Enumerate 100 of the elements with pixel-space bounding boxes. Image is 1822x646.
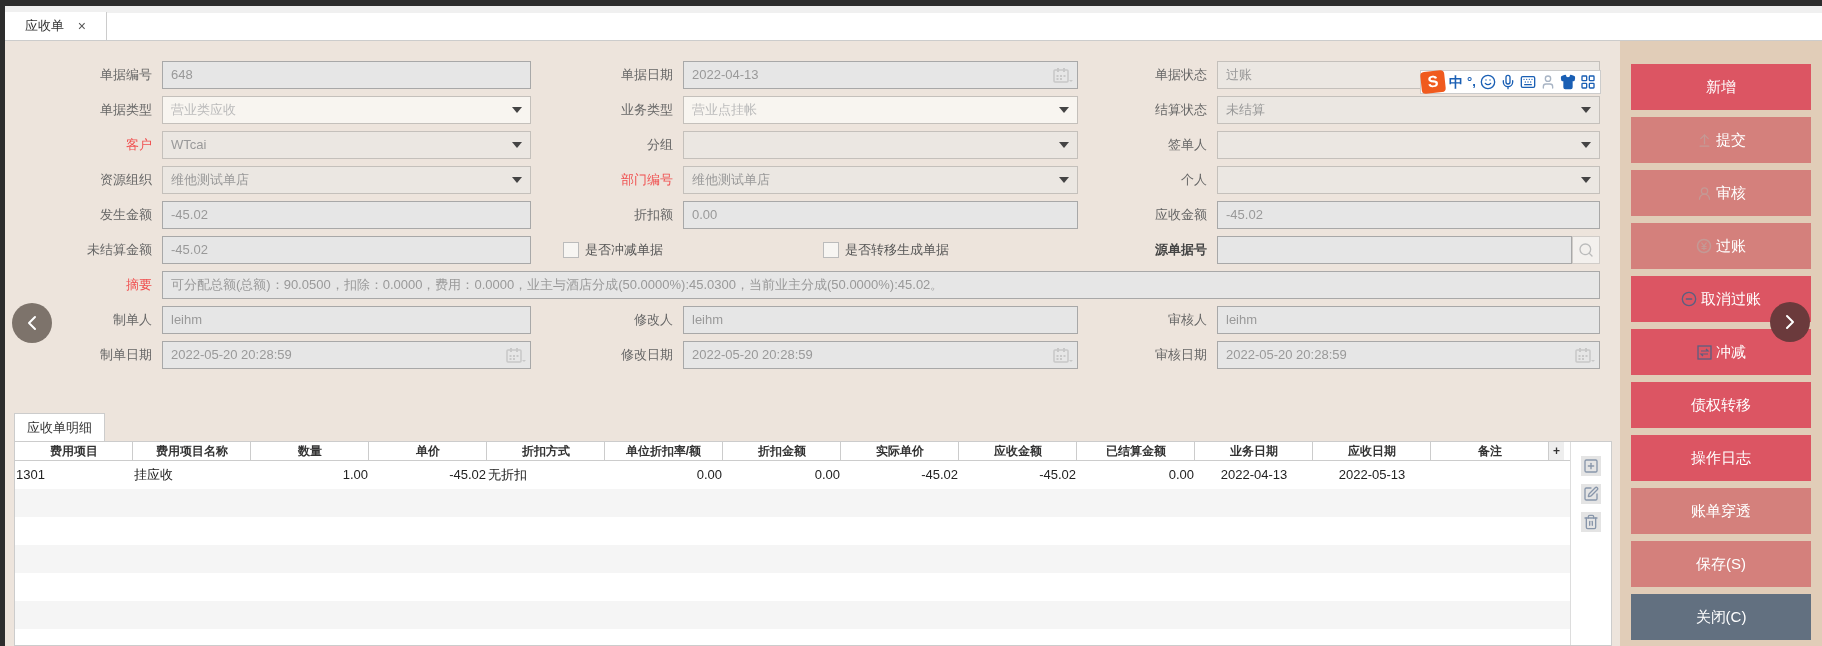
table-cell-text: 2022-05-13 [1337,466,1407,485]
caret-icon [512,107,522,113]
caret-icon [1581,177,1591,183]
swap-icon [1696,344,1712,360]
caret-icon [1581,107,1591,113]
table-cell-text: 挂应收 [133,466,174,485]
document-tab[interactable]: 应收单 × [5,12,107,40]
date-field[interactable]: 2022-05-20 20:28:59 [162,341,531,369]
column-header[interactable]: 折扣金额 [723,442,841,460]
field-label: 制单人 [113,311,152,330]
select-field[interactable]: 未结算 [1217,96,1600,124]
select-field[interactable] [1217,131,1600,159]
calendar-icon [1053,346,1073,364]
column-header[interactable]: 数量 [251,442,369,460]
text-field[interactable]: 648 [162,61,531,89]
keyboard-icon[interactable] [1519,74,1536,90]
field-label: 修改日期 [621,346,673,365]
caret-icon [512,177,522,183]
table-cell-text: 无折扣 [487,466,528,485]
text-field[interactable]: leihm [683,306,1078,334]
field-label: 审核人 [1168,311,1207,330]
search-button[interactable] [1572,236,1600,264]
edit-icon[interactable] [1581,484,1601,504]
date-field[interactable]: 2022-05-20 20:28:59 [1217,341,1600,369]
field-label: 单据日期 [621,66,673,85]
action-button[interactable]: 债权转移 [1631,382,1811,428]
column-header[interactable]: 应收日期 [1313,442,1431,460]
table-cell-text: -45.02 [920,466,959,485]
delete-icon[interactable] [1581,512,1601,532]
action-button[interactable]: 取消过账 [1631,276,1811,322]
select-field[interactable]: 维他测试单店 [683,166,1078,194]
text-field[interactable]: leihm [162,306,531,334]
calendar-icon [1575,346,1595,364]
shirt-icon[interactable] [1559,74,1576,90]
detail-tab[interactable]: 应收单明细 [14,413,105,441]
text-field[interactable]: -45.02 [162,201,531,229]
caret-icon [512,142,522,148]
add-row-icon[interactable] [1581,456,1601,476]
field-label: 签单人 [1168,136,1207,155]
calendar-icon [506,346,526,364]
smiley-icon[interactable] [1479,74,1496,90]
table-cell-text: 0.00 [1167,466,1195,485]
search-icon [1578,242,1594,258]
action-button[interactable]: 操作日志 [1631,435,1811,481]
field-label: 修改人 [634,311,673,330]
text-field[interactable]: -45.02 [162,236,531,264]
search-field[interactable] [1217,236,1572,264]
field-label: 客户 [126,136,152,155]
caret-icon [1059,177,1069,183]
add-column-button[interactable]: + [1549,442,1564,460]
date-field[interactable]: 2022-05-20 20:28:59 [683,341,1078,369]
column-header[interactable]: 费用项目名称 [133,442,251,460]
user-icon [1696,185,1712,201]
table-cell-text: 1301 [15,466,46,485]
action-button[interactable]: 冲减 [1631,329,1811,375]
checkbox[interactable] [563,242,579,258]
select-field[interactable] [683,131,1078,159]
action-button[interactable]: 关闭(C) [1631,594,1811,640]
close-tab-button[interactable]: × [77,15,86,37]
caret-icon [1059,142,1069,148]
text-field[interactable]: 可分配总额(总额)：90.0500，扣除：0.0000，费用：0.0000，业主与酒店分成(50.0000%):45.0300，当前业主分成(50.0000%):45.02。 [162,271,1600,299]
select-field[interactable]: WTcai [162,131,531,159]
field-label: 部门编号 [621,171,673,190]
column-header[interactable]: 应收金额 [959,442,1077,460]
text-field[interactable]: 0.00 [683,201,1078,229]
table-cell-text: 2022-04-13 [1219,466,1289,485]
field-label: 个人 [1181,171,1207,190]
table-cell-text: -45.02 [1038,466,1077,485]
column-header[interactable]: 单价 [369,442,487,460]
text-field[interactable]: leihm [1217,306,1600,334]
caret-icon [1581,142,1591,148]
previous-button[interactable] [12,303,52,343]
checkbox-label: 是否转移生成单据 [845,241,949,260]
select-field[interactable] [1217,166,1600,194]
field-label: 分组 [647,136,673,155]
select-field[interactable]: 维他测试单店 [162,166,531,194]
column-header[interactable]: 费用项目 [15,442,133,460]
action-button[interactable]: 新增 [1631,64,1811,110]
checkbox[interactable] [823,242,839,258]
text-field[interactable]: -45.02 [1217,201,1600,229]
column-header[interactable]: 单位折扣率/额 [605,442,723,460]
table-cell-text: 0.00 [813,466,841,485]
select-field[interactable]: 营业类应收 [162,96,531,124]
grid-icon[interactable] [1579,74,1596,90]
field-label: 单据编号 [100,66,152,85]
field-label: 资源组织 [100,171,152,190]
select-field[interactable]: 营业点挂帐 [683,96,1078,124]
table-cell-text: 1.00 [341,466,369,485]
minus-circle-icon [1681,291,1697,307]
field-label: 未结算金额 [87,241,152,260]
date-field[interactable]: 2022-04-13 [683,61,1078,89]
column-header[interactable]: 业务日期 [1195,442,1313,460]
field-label: 业务类型 [621,101,673,120]
column-header[interactable]: 折扣方式 [487,442,605,460]
column-header[interactable]: 已结算金额 [1077,442,1195,460]
punctuation-toggle[interactable]: °, [1467,72,1476,92]
field-label: 摘要 [126,276,152,295]
field-label: 应收金额 [1155,206,1207,225]
column-header[interactable]: 实际单价 [841,442,959,460]
table-cell-text: -45.02 [448,466,487,485]
